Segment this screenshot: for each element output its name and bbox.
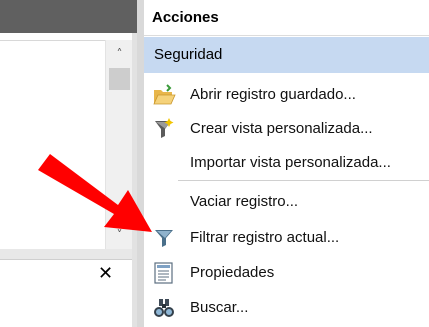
action-label: Filtrar registro actual... xyxy=(190,229,340,246)
red-arrow-annotation xyxy=(38,154,152,232)
action-label: Vaciar registro... xyxy=(190,193,299,210)
action-label: Crear vista personalizada... xyxy=(190,120,373,137)
actions-pane-header: Acciones xyxy=(144,0,429,36)
scroll-up-button[interactable]: ˄ xyxy=(106,42,133,66)
action-clear-log[interactable]: Vaciar registro... xyxy=(144,184,429,220)
actions-pane-title: Acciones xyxy=(152,9,219,26)
details-pane-header: ✕ xyxy=(0,259,137,291)
action-label: Propiedades xyxy=(190,264,275,281)
left-pane-titlebar xyxy=(0,0,137,33)
actions-separator xyxy=(178,180,429,181)
pane-gap xyxy=(0,249,137,259)
action-properties[interactable]: Propiedades xyxy=(144,255,429,291)
properties-icon xyxy=(154,262,173,284)
action-open-saved-log[interactable]: Abrir registro guardado... xyxy=(144,77,429,113)
action-import-custom-view[interactable]: Importar vista personalizada... xyxy=(144,145,429,181)
binoculars-icon xyxy=(154,299,174,317)
action-label: Abrir registro guardado... xyxy=(190,86,356,103)
action-create-custom-view[interactable]: Crear vista personalizada... xyxy=(144,111,429,147)
details-pane xyxy=(0,290,137,327)
filter-create-icon xyxy=(155,118,174,138)
folder-open-icon xyxy=(153,84,176,105)
scroll-thumb[interactable] xyxy=(109,68,130,90)
section-label: Seguridad xyxy=(154,46,223,63)
close-icon[interactable]: ✕ xyxy=(98,263,113,284)
section-seguridad[interactable]: Seguridad xyxy=(144,37,429,73)
action-find[interactable]: Buscar... xyxy=(144,290,429,326)
action-filter-current-log[interactable]: Filtrar registro actual... xyxy=(144,220,429,256)
action-label: Buscar... xyxy=(190,299,249,316)
action-label: Importar vista personalizada... xyxy=(190,154,391,171)
